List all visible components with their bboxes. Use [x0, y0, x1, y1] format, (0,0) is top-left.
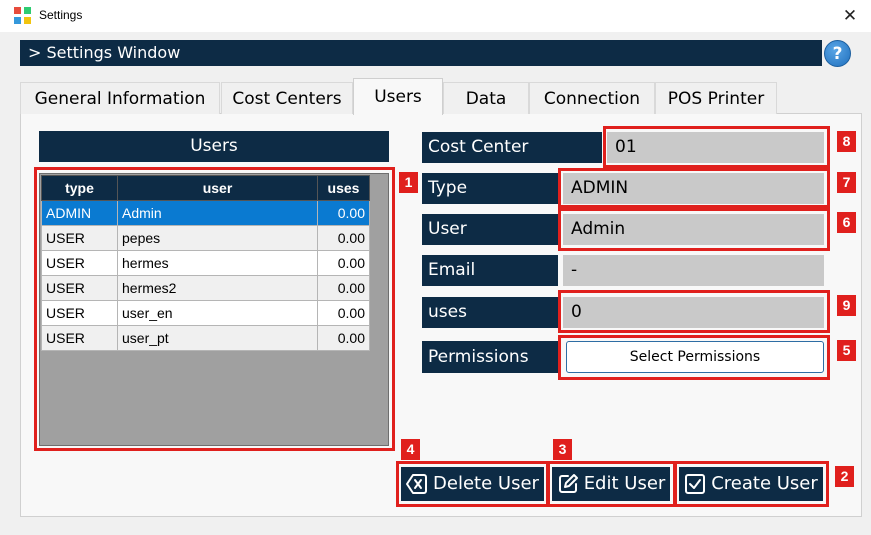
title-bar	[0, 0, 871, 32]
window-title: Settings	[39, 8, 83, 22]
email-label: Email	[422, 255, 558, 286]
annotation-badge-7: 7	[837, 172, 856, 193]
annotation-box-2	[674, 461, 829, 507]
uses-label: uses	[422, 297, 558, 328]
header-title: > Settings Window	[20, 40, 822, 66]
email-field[interactable]: -	[563, 255, 824, 286]
user-label: User	[422, 214, 558, 245]
tab-pos-printer[interactable]: POS Printer	[655, 82, 777, 114]
permissions-label: Permissions	[422, 341, 558, 373]
annotation-box-7	[558, 168, 830, 208]
tab-general-information[interactable]: General Information	[20, 82, 220, 114]
tab-users[interactable]: Users	[353, 78, 443, 115]
annotation-badge-6: 6	[837, 212, 856, 233]
annotation-box-1	[34, 167, 395, 451]
annotation-box-5	[558, 335, 830, 380]
tab-data[interactable]: Data	[443, 82, 529, 114]
type-label: Type	[422, 173, 558, 204]
annotation-box-4	[396, 461, 549, 507]
tab-cost-centers[interactable]: Cost Centers	[221, 82, 353, 114]
annotation-box-3	[547, 461, 676, 507]
annotation-badge-4: 4	[401, 439, 420, 460]
close-icon[interactable]: ✕	[836, 2, 864, 30]
annotation-badge-8: 8	[837, 131, 856, 152]
app-icon	[14, 7, 32, 25]
annotation-box-9	[558, 290, 830, 333]
help-icon[interactable]: ?	[824, 40, 851, 67]
annotation-box-8	[603, 126, 830, 168]
users-panel-title: Users	[39, 131, 389, 162]
annotation-badge-1: 1	[399, 172, 418, 193]
cost-center-label: Cost Center	[422, 132, 602, 163]
annotation-badge-2: 2	[835, 466, 854, 487]
annotation-badge-3: 3	[553, 439, 572, 460]
annotation-box-6	[558, 208, 830, 251]
tab-connection[interactable]: Connection	[529, 82, 655, 114]
annotation-badge-5: 5	[837, 340, 856, 361]
annotation-badge-9: 9	[837, 295, 856, 316]
